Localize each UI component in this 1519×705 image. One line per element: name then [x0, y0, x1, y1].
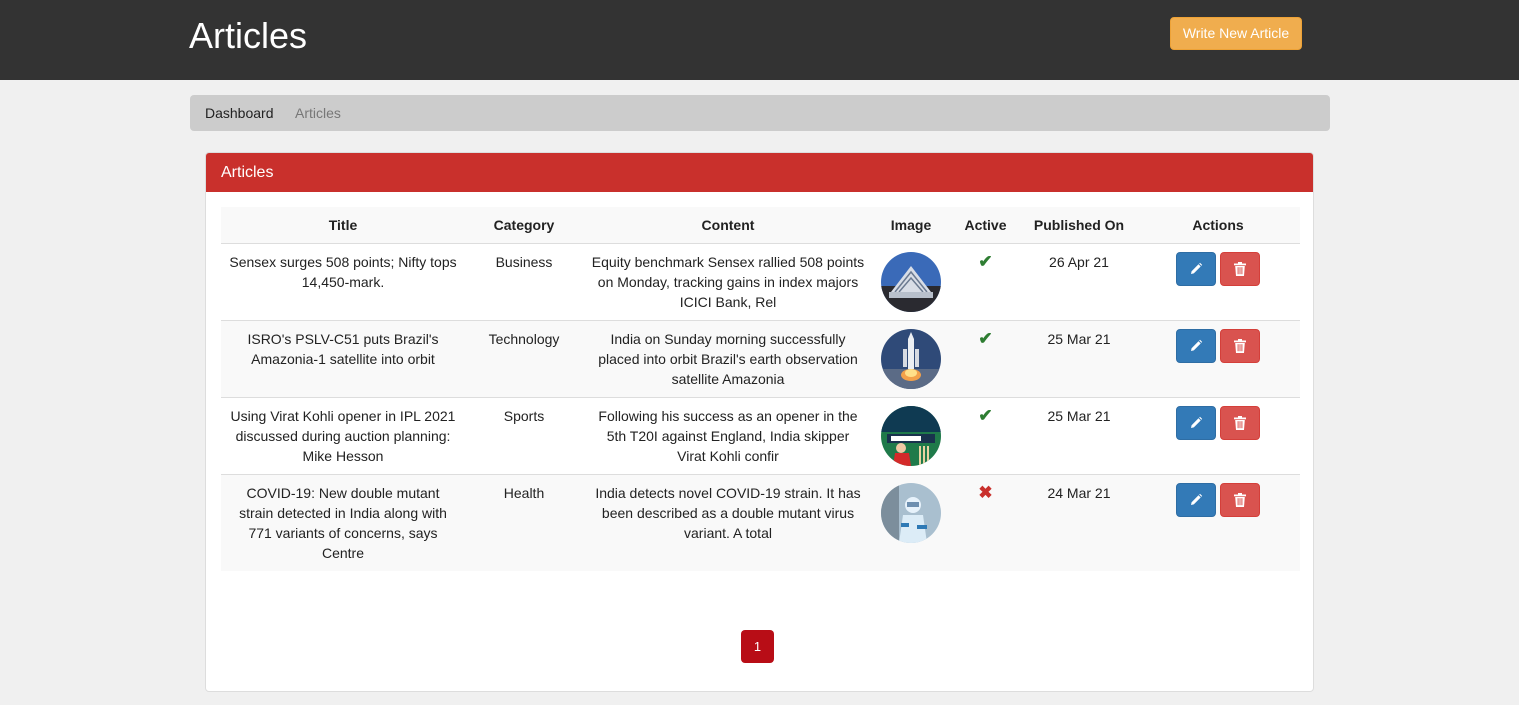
article-title: Sensex surges 508 points; Nifty tops 14,… — [221, 243, 465, 321]
table-row: ISRO's PSLV-C51 puts Brazil's Amazonia-1… — [221, 320, 1300, 398]
column-header-image: Image — [873, 207, 949, 244]
article-title: Using Virat Kohli opener in IPL 2021 dis… — [221, 397, 465, 475]
panel-title: Articles — [206, 153, 1313, 192]
table-row: Sensex surges 508 points; Nifty tops 14,… — [221, 243, 1300, 321]
breadcrumb-current: Articles — [295, 105, 341, 121]
pencil-icon — [1191, 262, 1203, 274]
article-published-date: 24 Mar 21 — [1022, 474, 1136, 571]
pencil-icon — [1191, 339, 1203, 351]
article-category: Technology — [465, 320, 583, 398]
column-header-active: Active — [949, 207, 1022, 244]
column-header-actions: Actions — [1136, 207, 1300, 244]
articles-panel: Articles Title Category Content Image Ac… — [205, 152, 1314, 692]
column-header-category: Category — [465, 207, 583, 244]
table-row: Using Virat Kohli opener in IPL 2021 dis… — [221, 397, 1300, 475]
pencil-icon — [1191, 493, 1203, 505]
delete-button[interactable] — [1220, 482, 1260, 517]
article-category: Health — [465, 474, 583, 571]
article-title: ISRO's PSLV-C51 puts Brazil's Amazonia-1… — [221, 320, 465, 398]
breadcrumb: Dashboard Articles — [190, 95, 1330, 131]
active-check-icon: ✔ — [978, 405, 993, 425]
pencil-icon — [1191, 416, 1203, 428]
pagination-page-button[interactable]: 1 — [741, 630, 774, 663]
rocket-launch-thumbnail — [881, 328, 941, 389]
edit-button[interactable] — [1176, 405, 1216, 440]
breadcrumb-dashboard-link[interactable]: Dashboard — [205, 105, 274, 121]
article-published-date: 26 Apr 21 — [1022, 243, 1136, 321]
article-content: India detects novel COVID-19 strain. It … — [583, 474, 873, 571]
table-header-row: Title Category Content Image Active Publ… — [221, 207, 1300, 244]
article-content: India on Sunday morning successfully pla… — [583, 320, 873, 398]
article-title: COVID-19: New double mutant strain detec… — [221, 474, 465, 571]
article-published-date: 25 Mar 21 — [1022, 320, 1136, 398]
cricket-player-thumbnail — [881, 405, 941, 466]
delete-button[interactable] — [1220, 405, 1260, 440]
delete-button[interactable] — [1220, 251, 1260, 286]
stock-exchange-building-thumbnail — [881, 251, 941, 312]
trash-icon — [1234, 492, 1246, 507]
articles-table: Title Category Content Image Active Publ… — [221, 207, 1300, 571]
table-row: COVID-19: New double mutant strain detec… — [221, 474, 1300, 571]
article-category: Business — [465, 243, 583, 321]
lab-worker-thumbnail — [881, 482, 941, 543]
column-header-content: Content — [583, 207, 873, 244]
article-published-date: 25 Mar 21 — [1022, 397, 1136, 475]
top-bar: Articles Write New Article — [0, 0, 1519, 80]
trash-icon — [1234, 338, 1246, 353]
write-new-article-button[interactable]: Write New Article — [1170, 17, 1302, 50]
article-category: Sports — [465, 397, 583, 475]
trash-icon — [1234, 261, 1246, 276]
inactive-x-icon: ✖ — [978, 482, 993, 502]
edit-button[interactable] — [1176, 251, 1216, 286]
column-header-published: Published On — [1022, 207, 1136, 244]
trash-icon — [1234, 415, 1246, 430]
column-header-title: Title — [221, 207, 465, 244]
article-content: Equity benchmark Sensex rallied 508 poin… — [583, 243, 873, 321]
active-check-icon: ✔ — [978, 251, 993, 271]
active-check-icon: ✔ — [978, 328, 993, 348]
edit-button[interactable] — [1176, 482, 1216, 517]
page-title: Articles — [189, 15, 308, 56]
article-content: Following his success as an opener in th… — [583, 397, 873, 475]
delete-button[interactable] — [1220, 328, 1260, 363]
edit-button[interactable] — [1176, 328, 1216, 363]
